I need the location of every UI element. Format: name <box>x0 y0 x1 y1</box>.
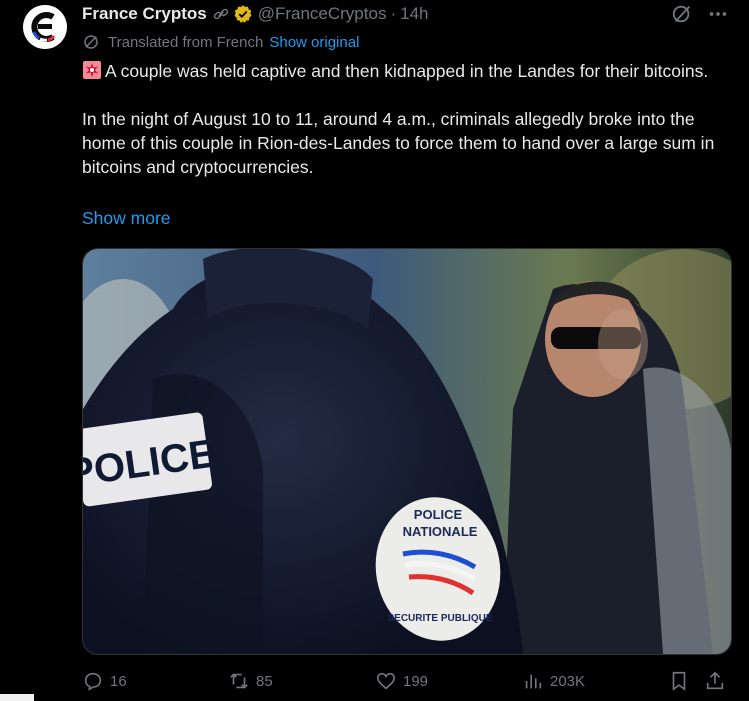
author-handle[interactable]: @FranceCryptos <box>258 4 387 24</box>
translate-icon <box>84 35 98 49</box>
patch-bottom-text: SECURITE PUBLIQUE <box>387 613 492 624</box>
france-cryptos-logo-icon <box>23 5 67 49</box>
tweet-paragraph-1-text: A couple was held captive and then kidna… <box>105 61 709 81</box>
translation-note: Translated from French Show original <box>82 33 359 51</box>
like-button[interactable]: 199 <box>375 670 428 692</box>
bookmark-icon <box>672 671 686 691</box>
repost-button[interactable]: 85 <box>228 670 273 692</box>
share-button[interactable] <box>704 670 726 692</box>
separator-dot: · <box>390 4 397 23</box>
like-count: 199 <box>403 672 429 690</box>
reply-count: 16 <box>110 672 127 690</box>
verified-badge-icon[interactable] <box>233 4 253 24</box>
reply-icon <box>84 672 102 691</box>
tweet-header: France Cryptos @FranceCryptos · 14h <box>82 3 729 25</box>
reply-button[interactable]: 16 <box>82 670 127 692</box>
patch-line-2: NATIONALE <box>403 524 478 539</box>
heart-icon <box>376 672 396 690</box>
show-original-link[interactable]: Show original <box>269 34 359 51</box>
police-siren-icon <box>83 61 101 79</box>
header-actions <box>671 3 729 25</box>
grok-icon[interactable] <box>671 3 693 25</box>
tweet-paragraph-1: A couple was held captive and then kidna… <box>82 59 732 83</box>
author-name[interactable]: France Cryptos <box>82 4 207 24</box>
tweet-card[interactable]: France Cryptos @FranceCryptos · 14h Tran… <box>0 0 749 701</box>
tweet-paragraph-2: In the night of August 10 to 11, around … <box>82 109 715 177</box>
tweet-text: A couple was held captive and then kidna… <box>82 59 732 179</box>
bookmark-button[interactable] <box>668 670 690 692</box>
share-icon <box>706 671 724 690</box>
repost-icon <box>230 673 248 689</box>
translation-label: Translated from French <box>108 33 264 51</box>
more-options-icon[interactable] <box>707 3 729 25</box>
views-icon <box>525 674 542 689</box>
post-image[interactable]: POLICE POLICE NATIONALE SECURITE PUBLIQU… <box>82 248 732 655</box>
repost-count: 85 <box>256 672 273 690</box>
patch-line-1: POLICE <box>414 507 463 522</box>
action-bar: 16 85 199 203K <box>82 670 732 696</box>
post-time[interactable]: 14h <box>400 4 428 24</box>
window-edge <box>0 694 34 701</box>
police-photo-illustration: POLICE POLICE NATIONALE SECURITE PUBLIQU… <box>83 249 731 654</box>
link-icon <box>213 8 228 20</box>
views-button[interactable]: 203K <box>522 670 585 692</box>
avatar[interactable] <box>23 5 67 49</box>
show-more-link[interactable]: Show more <box>82 208 171 229</box>
view-count: 203K <box>550 672 586 690</box>
